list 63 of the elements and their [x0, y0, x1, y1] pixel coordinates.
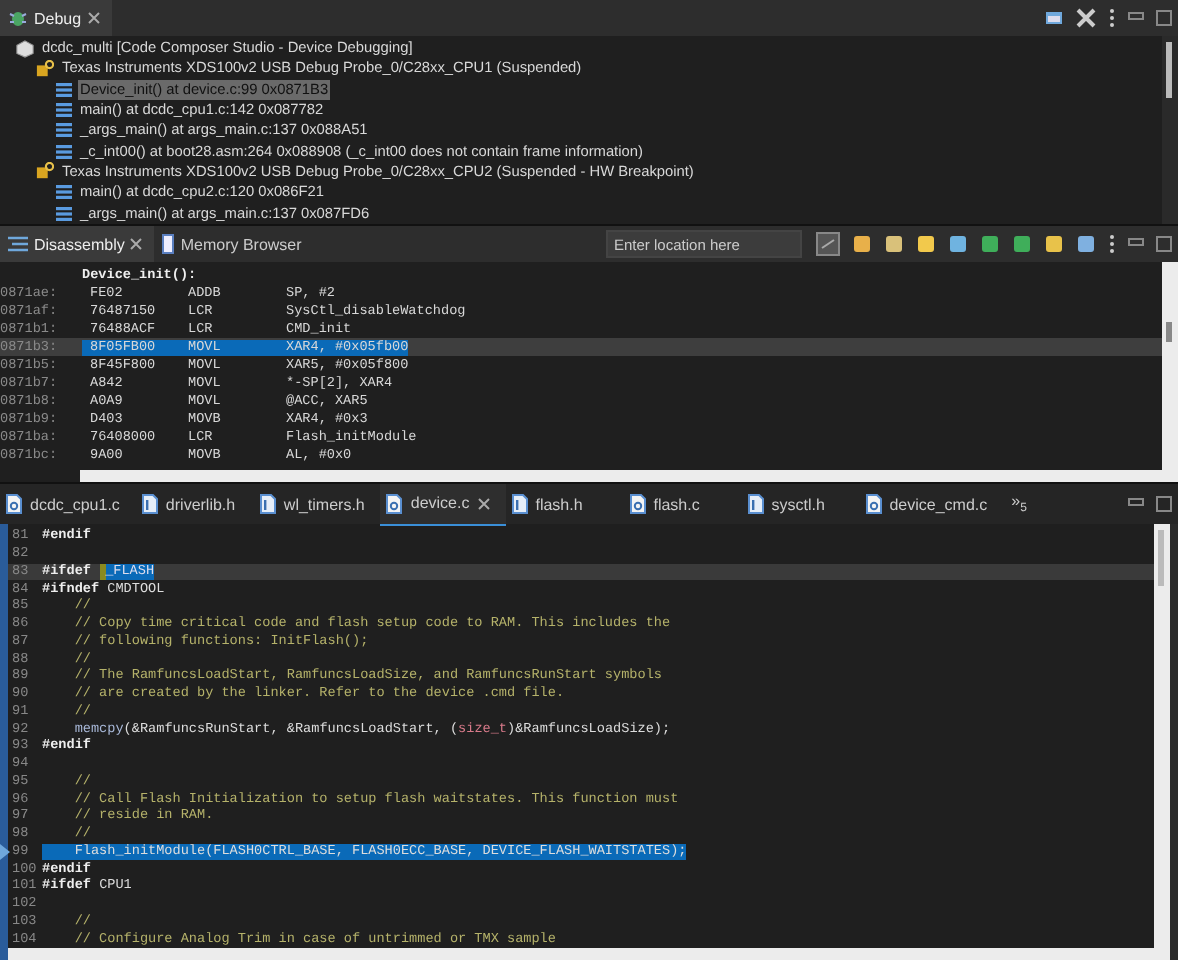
menu-icon[interactable] [1108, 234, 1116, 254]
tab-label: sysctl.h [771, 495, 825, 513]
thread-icon [36, 59, 54, 78]
stack-frame-icon [56, 81, 72, 98]
bug-icon [8, 8, 28, 28]
thread-icon [36, 162, 54, 181]
menu-icon[interactable] [1108, 8, 1116, 28]
file-tab[interactable]: sysctl.h [741, 484, 860, 524]
file-icon [6, 494, 22, 514]
file-tab[interactable]: flash.h [505, 484, 624, 524]
file-icon [259, 494, 276, 514]
stack-frame-icon [56, 143, 72, 160]
stack-frame-icon [56, 184, 72, 201]
scrollbar[interactable] [80, 470, 1162, 482]
tab-label: flash.h [535, 495, 583, 513]
tab-label: device.c [410, 494, 470, 512]
minimize-icon[interactable] [1128, 238, 1144, 250]
maximize-icon[interactable] [1156, 236, 1172, 252]
file-tab[interactable]: wl_timers.h [253, 484, 381, 524]
stack-frame-icon [56, 122, 72, 139]
view-tab[interactable]: Disassembly [0, 226, 155, 262]
file-icon [629, 494, 646, 514]
file-icon [865, 494, 882, 514]
minimize-icon[interactable] [1128, 12, 1144, 24]
cube-icon [16, 39, 34, 58]
file-icon [141, 494, 158, 514]
close-icon[interactable] [130, 238, 143, 250]
stack-frame-icon [56, 205, 72, 222]
lines-icon [8, 236, 28, 252]
memory-icon [162, 234, 175, 254]
tab-label: Memory Browser [180, 235, 302, 253]
file-tab[interactable]: device.c [380, 483, 506, 525]
scrollbar[interactable] [1162, 36, 1178, 224]
tab-label: flash.c [653, 495, 700, 513]
debug-tab[interactable]: Debug [0, 0, 112, 36]
close-icon[interactable] [477, 497, 490, 509]
scrollbar[interactable] [1154, 524, 1170, 960]
file-tab[interactable]: dcdc_cpu1.c [0, 484, 136, 524]
scrollbar[interactable] [8, 948, 1154, 960]
file-icon [386, 493, 403, 513]
file-tab[interactable]: driverlib.h [135, 484, 254, 524]
file-icon [511, 494, 528, 514]
file-tab[interactable]: device_cmd.c [859, 484, 1004, 524]
file-icon [747, 494, 764, 514]
scrollbar[interactable] [1162, 262, 1178, 482]
maximize-icon[interactable] [1156, 496, 1172, 512]
tab-label: wl_timers.h [283, 495, 365, 513]
stack-frame-icon [56, 102, 72, 119]
tab-label: device_cmd.c [889, 495, 988, 513]
tab-label: dcdc_cpu1.c [30, 495, 120, 513]
close-icon[interactable] [87, 12, 100, 24]
maximize-icon[interactable] [1156, 10, 1172, 26]
minimize-icon[interactable] [1128, 498, 1144, 510]
collapse-icon[interactable] [1044, 8, 1064, 28]
tab-label: Debug [34, 9, 82, 27]
view-tab[interactable]: Memory Browser [154, 226, 314, 262]
tab-label: driverlib.h [165, 495, 236, 513]
link-icon[interactable] [816, 232, 840, 256]
instruction-pointer-icon [0, 844, 10, 860]
tab-label: Disassembly [34, 235, 125, 253]
tools-icon[interactable] [1076, 8, 1096, 28]
more-tabs-button[interactable]: »$_{5}$ [1003, 492, 1035, 516]
file-tab[interactable]: flash.c [623, 484, 742, 524]
